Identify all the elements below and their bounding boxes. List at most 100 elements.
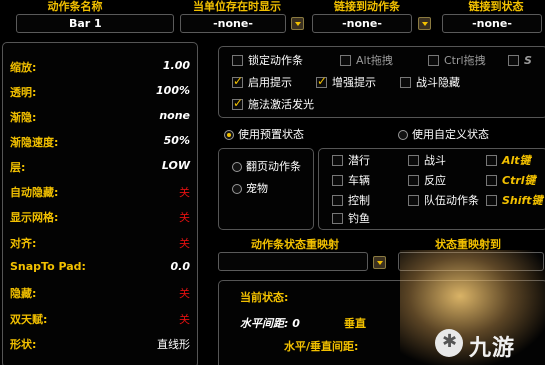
use-custom-label: 使用自定义状态 — [412, 128, 489, 141]
checkbox-box[interactable] — [508, 55, 519, 66]
setting-row[interactable]: 自动隐藏: 关 — [10, 181, 190, 203]
checkbox-box[interactable] — [428, 55, 439, 66]
setting-label: 渐隐速度: — [10, 136, 59, 149]
shift-drag-checkbox[interactable]: S — [508, 54, 545, 70]
setting-label: 显示网格: — [10, 211, 59, 224]
checkbox-box[interactable] — [486, 155, 497, 166]
checkbox-box[interactable] — [408, 175, 419, 186]
setting-value[interactable]: 0.0 — [171, 260, 191, 273]
checkbox-box[interactable] — [232, 55, 243, 66]
bar-state-remap-dropdown-button[interactable] — [373, 256, 386, 269]
bar-name-input[interactable]: Bar 1 — [16, 14, 174, 33]
setting-label: 透明: — [10, 86, 37, 99]
bar-name-label: 动作条名称 — [47, 0, 103, 13]
link-bar-dropdown[interactable]: -none- — [312, 14, 412, 33]
shift-key-label: Shift键 — [502, 194, 543, 207]
checkbox-box[interactable] — [332, 155, 343, 166]
shift-drag-label: S — [524, 54, 532, 67]
reaction-label: 反应 — [424, 174, 446, 187]
radio-dot[interactable] — [232, 162, 242, 172]
setting-value[interactable]: 1.00 — [163, 59, 190, 72]
setting-row[interactable]: 层: LOW — [10, 156, 190, 178]
pet-label: 宠物 — [246, 182, 268, 195]
watermark-logo-icon — [435, 329, 463, 357]
ctrl-drag-label: Ctrl拖拽 — [444, 54, 486, 68]
setting-label: 形状: — [10, 338, 37, 351]
checkbox-box[interactable] — [332, 175, 343, 186]
current-state-label: 当前状态: — [240, 291, 289, 304]
setting-value[interactable]: 关 — [179, 209, 190, 225]
hide-in-combat-label: 战斗隐藏 — [416, 76, 460, 89]
bar-state-remap-dropdown[interactable] — [218, 252, 368, 271]
bar-state-remap-label: 动作条状态重映射 — [251, 238, 339, 251]
setting-row[interactable]: 缩放: 1.00 — [10, 56, 190, 78]
watermark: 九游 — [431, 323, 541, 363]
checkbox-box[interactable] — [232, 96, 243, 110]
checkbox-box[interactable] — [408, 155, 419, 166]
ctrl-key-text: Ctrl — [444, 54, 464, 67]
combat-label: 战斗 — [424, 154, 446, 167]
v-spacing-text: 垂直 — [344, 317, 366, 330]
setting-row[interactable]: 显示网格: 关 — [10, 206, 190, 228]
watermark-text: 九游 — [469, 336, 516, 361]
checkbox-box[interactable] — [332, 213, 343, 224]
checkbox-box[interactable] — [486, 195, 497, 206]
page-bar-label: 翻页动作条 — [246, 160, 301, 173]
setting-value[interactable]: 关 — [179, 311, 190, 327]
setting-label: 缩放: — [10, 61, 37, 74]
alt-key-text: Alt — [356, 54, 371, 67]
checkbox-box[interactable] — [340, 55, 351, 66]
control-label: 控制 — [348, 194, 370, 207]
radio-dot[interactable] — [232, 184, 242, 194]
party-bar-label: 队伍动作条 — [424, 194, 479, 207]
checkbox-box[interactable] — [332, 195, 343, 206]
checkbox-box[interactable] — [408, 195, 419, 206]
show-unit-dropdown-button[interactable] — [291, 17, 304, 30]
checkbox-box[interactable] — [486, 175, 497, 186]
radio-dot[interactable] — [224, 130, 234, 140]
enable-tooltip-label: 启用提示 — [248, 76, 292, 89]
setting-label: 层: — [10, 161, 26, 174]
show-unit-dropdown[interactable]: -none- — [180, 14, 286, 33]
setting-label: 渐隐: — [10, 111, 37, 124]
enhanced-tooltip-label: 增强提示 — [332, 76, 376, 89]
checkbox-box[interactable] — [400, 77, 411, 88]
setting-row[interactable]: 渐隐速度: 50% — [10, 131, 190, 153]
setting-row[interactable]: 渐隐: none — [10, 106, 190, 128]
setting-row[interactable]: 透明: 100% — [10, 81, 190, 103]
setting-value[interactable]: 直线形 — [157, 336, 190, 352]
vehicle-label: 车辆 — [348, 174, 370, 187]
link-bar-dropdown-button[interactable] — [418, 17, 431, 30]
setting-value[interactable]: none — [159, 109, 190, 122]
setting-label: 对齐: — [10, 237, 37, 250]
use-preset-label: 使用预置状态 — [238, 128, 304, 141]
setting-value[interactable]: 关 — [179, 235, 190, 251]
setting-label: 双天赋: — [10, 313, 48, 326]
alt-key-label: Alt键 — [502, 154, 531, 167]
setting-value[interactable]: LOW — [162, 159, 190, 172]
setting-value[interactable]: 50% — [164, 134, 190, 147]
setting-row[interactable]: SnapTo Pad: 0.0 — [10, 257, 190, 279]
h-spacing-text: 水平间距: 0 — [240, 317, 300, 330]
setting-value[interactable]: 100% — [156, 84, 190, 97]
setting-value[interactable]: 关 — [179, 285, 190, 301]
setting-value[interactable]: 关 — [179, 184, 190, 200]
hv-spacing-text: 水平/垂直间距: — [284, 340, 359, 353]
show-unit-label: 当单位存在时显示 — [193, 0, 281, 13]
alt-drag-label: Alt拖拽 — [356, 54, 393, 68]
ctrl-drag-suffix: 拖拽 — [463, 54, 486, 67]
link-state-dropdown[interactable]: -none- — [442, 14, 542, 33]
setting-label: SnapTo Pad: — [10, 260, 86, 273]
setting-label: 自动隐藏: — [10, 186, 59, 199]
setting-row[interactable]: 形状: 直线形 — [10, 333, 190, 355]
checkbox-box[interactable] — [232, 74, 243, 88]
setting-row[interactable]: 隐藏: 关 — [10, 282, 190, 304]
checkbox-box[interactable] — [316, 74, 327, 88]
spell-glow-label: 施法激活发光 — [248, 98, 314, 111]
alt-drag-suffix: 拖拽 — [370, 54, 393, 67]
link-state-label: 链接到状态 — [468, 0, 524, 13]
radio-dot[interactable] — [398, 130, 408, 140]
setting-label: 隐藏: — [10, 287, 37, 300]
setting-row[interactable]: 对齐: 关 — [10, 232, 190, 254]
setting-row[interactable]: 双天赋: 关 — [10, 308, 190, 330]
